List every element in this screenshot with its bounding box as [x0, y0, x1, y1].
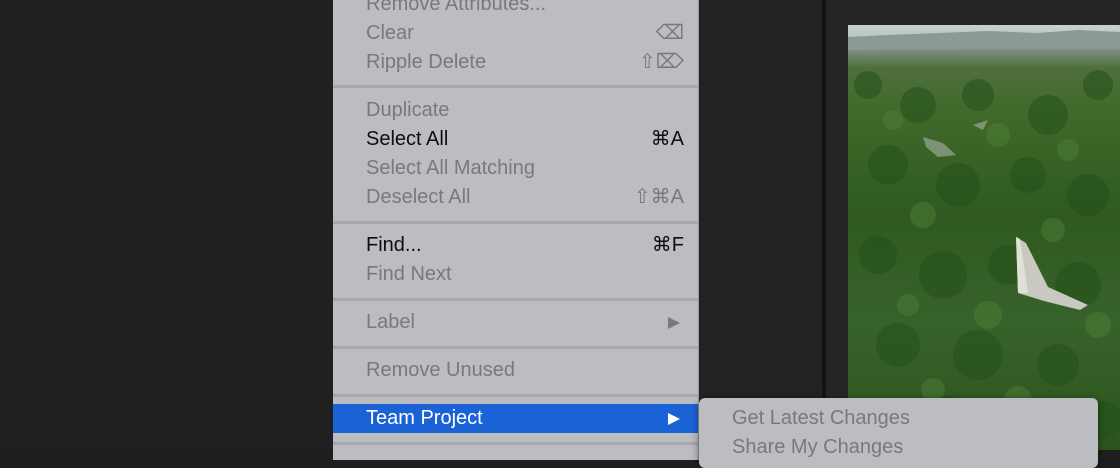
menu-item-label: Clear [366, 22, 414, 44]
menu-item-get-latest-changes[interactable]: Get Latest Changes [699, 404, 1098, 433]
menu-separator [333, 298, 698, 301]
menu-item-label: Duplicate [366, 99, 450, 121]
menu-item-label: Remove Unused [366, 359, 515, 381]
team-project-submenu: Get Latest Changes Share My Changes [699, 398, 1098, 468]
menu-item-remove-unused[interactable]: Remove Unused [333, 356, 698, 385]
menu-item-duplicate[interactable]: Duplicate [333, 96, 698, 125]
timeline-panel-left [0, 0, 333, 450]
shortcut-label: ⇧⌦ [638, 51, 684, 73]
menu-item-select-all-matching[interactable]: Select All Matching [333, 154, 698, 183]
menu-item-remove-attributes[interactable]: Remove Attributes... [333, 0, 698, 19]
menu-item-label: Team Project [366, 407, 483, 429]
menu-item-label: Get Latest Changes [732, 407, 910, 429]
menu-item-label-submenu[interactable]: Label [333, 308, 698, 337]
menu-item-clear[interactable]: Clear ⌫ [333, 19, 698, 48]
menu-item-label: Share My Changes [732, 436, 904, 458]
menu-item-find[interactable]: Find... ⌘F [333, 231, 698, 260]
shortcut-label: ⌘F [651, 234, 684, 256]
menu-item-select-all[interactable]: Select All ⌘A [333, 125, 698, 154]
shortcut-label: ⌫ [655, 22, 684, 44]
menu-item-team-project[interactable]: Team Project [333, 404, 698, 433]
video-preview [848, 25, 1120, 450]
menu-separator [333, 85, 698, 88]
submenu-arrow-icon [668, 317, 680, 329]
menu-item-ripple-delete[interactable]: Ripple Delete ⇧⌦ [333, 48, 698, 77]
menu-item-label: Deselect All [366, 186, 471, 208]
menu-item-find-next[interactable]: Find Next [333, 260, 698, 289]
edit-menu: Remove Attributes... Clear ⌫ Ripple Dele… [333, 0, 699, 460]
shortcut-label: ⌘A [650, 128, 684, 150]
menu-item-label: Find... [366, 234, 422, 256]
menu-separator [333, 346, 698, 349]
menu-separator [333, 221, 698, 224]
menu-item-label: Find Next [366, 263, 452, 285]
submenu-arrow-icon [668, 413, 680, 425]
panel-gap [698, 0, 822, 450]
menu-item-share-my-changes[interactable]: Share My Changes [699, 433, 1098, 462]
menu-separator [333, 394, 698, 397]
menu-item-label: Ripple Delete [366, 51, 487, 73]
menu-item-label: Remove Attributes... [366, 0, 547, 15]
shortcut-label: ⇧⌘A [633, 186, 684, 208]
menu-item-label: Label [366, 311, 415, 333]
menu-item-label: Select All [366, 128, 449, 150]
menu-item-label: Select All Matching [366, 157, 535, 179]
menu-separator [333, 442, 698, 445]
menu-item-deselect-all[interactable]: Deselect All ⇧⌘A [333, 183, 698, 212]
